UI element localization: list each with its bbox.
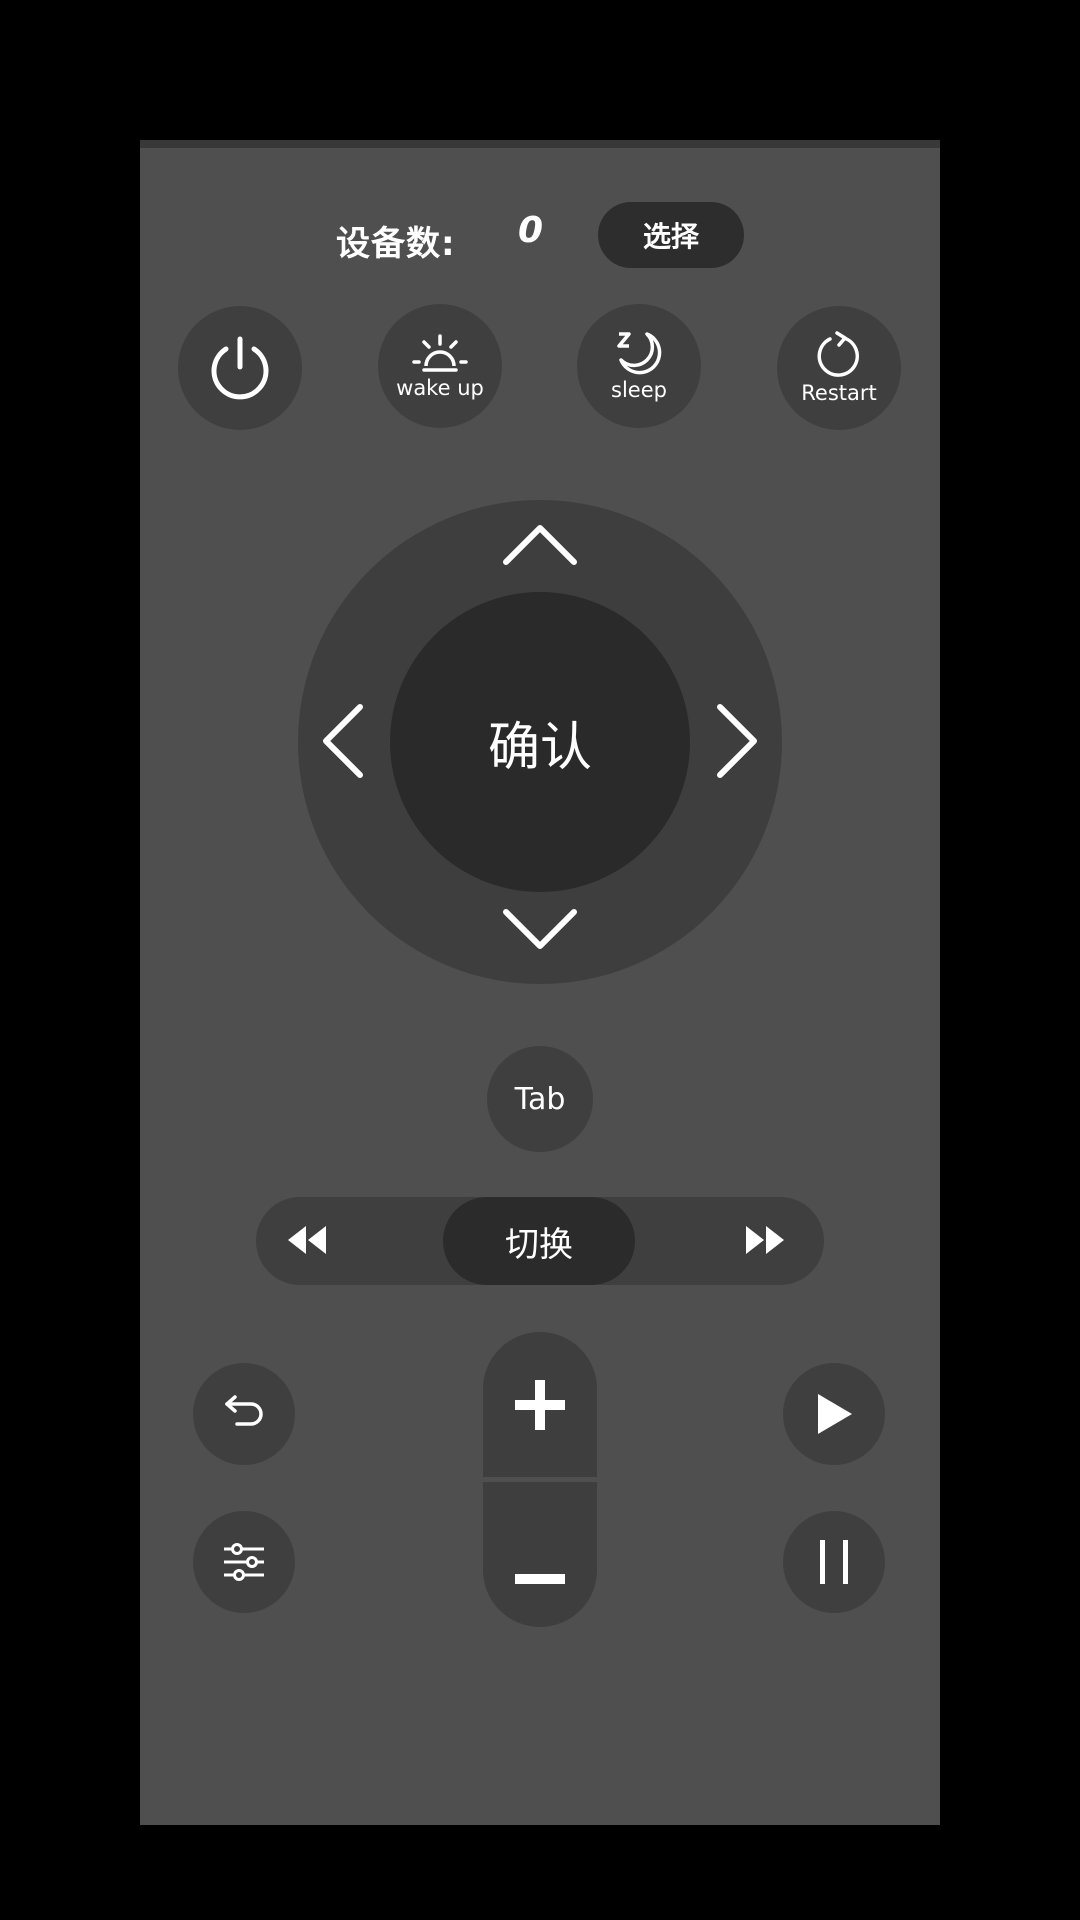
- power-icon: [208, 335, 272, 401]
- sleep-label: sleep: [611, 378, 667, 402]
- device-count-value: 0: [518, 210, 544, 251]
- minus-icon: [515, 1573, 565, 1584]
- volume-up-button[interactable]: [483, 1332, 597, 1477]
- select-button[interactable]: 选择: [598, 202, 744, 268]
- pause-button[interactable]: [783, 1511, 885, 1613]
- back-icon: [221, 1394, 267, 1434]
- switch-button[interactable]: 切换: [443, 1197, 635, 1285]
- confirm-button[interactable]: 确认: [390, 592, 690, 892]
- fast-forward-icon: [744, 1224, 786, 1256]
- volume-down-button[interactable]: [483, 1482, 597, 1627]
- wake-up-button[interactable]: wake up: [378, 304, 502, 428]
- right-arrow-button[interactable]: [716, 703, 760, 783]
- sliders-icon: [221, 1542, 267, 1582]
- back-button[interactable]: [193, 1363, 295, 1465]
- remote-panel: 设备数: 0 选择 wake up sleep Restart 确认 Tab 切…: [140, 140, 940, 1825]
- power-button[interactable]: [178, 306, 302, 430]
- up-arrow-button[interactable]: [502, 522, 578, 570]
- rewind-icon: [286, 1224, 328, 1256]
- tab-button[interactable]: Tab: [487, 1046, 593, 1152]
- moon-sleep-icon: [613, 330, 665, 376]
- alarm-light-icon: [410, 332, 470, 374]
- down-arrow-button[interactable]: [502, 908, 578, 956]
- fast-forward-button[interactable]: [744, 1224, 786, 1256]
- rewind-button[interactable]: [286, 1224, 328, 1256]
- restart-label: Restart: [801, 381, 877, 405]
- play-button[interactable]: [783, 1363, 885, 1465]
- sleep-button[interactable]: sleep: [577, 304, 701, 428]
- plus-icon: [514, 1379, 566, 1431]
- device-count-label: 设备数:: [336, 224, 456, 264]
- left-arrow-button[interactable]: [320, 703, 364, 783]
- wake-up-label: wake up: [396, 376, 484, 400]
- restart-button[interactable]: Restart: [777, 306, 901, 430]
- settings-button[interactable]: [193, 1511, 295, 1613]
- restart-icon: [814, 331, 864, 379]
- pause-icon: [816, 1538, 852, 1586]
- play-icon: [814, 1392, 854, 1436]
